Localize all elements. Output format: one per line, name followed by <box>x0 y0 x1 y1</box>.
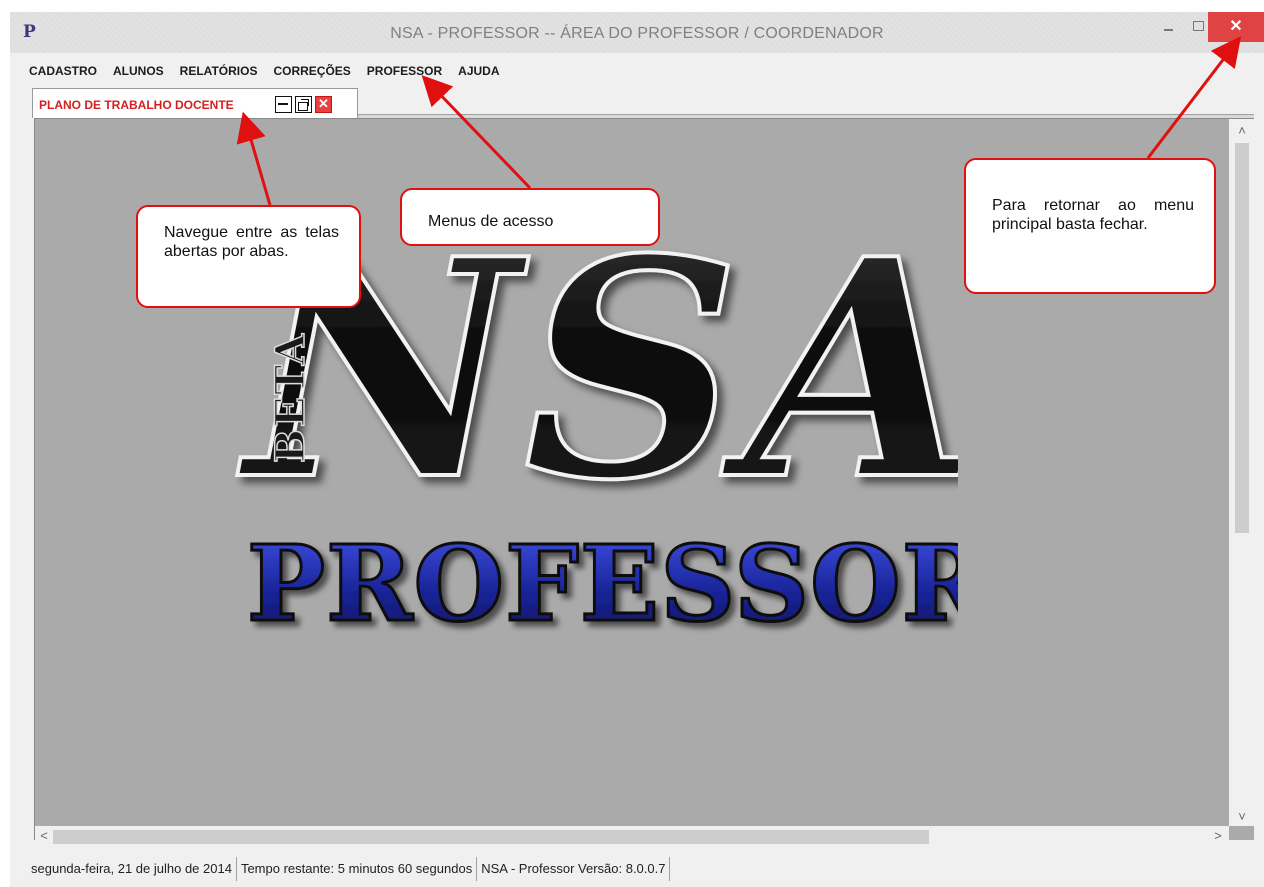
horizontal-scroll-thumb[interactable] <box>53 830 929 844</box>
title-bar[interactable]: P NSA - PROFESSOR -- ÁREA DO PROFESSOR /… <box>10 12 1264 53</box>
tab-label[interactable]: PLANO DE TRABALHO DOCENTE <box>39 98 234 112</box>
tab-strip: PLANO DE TRABALHO DOCENTE ✕ <box>10 84 1264 118</box>
menu-correcoes[interactable]: CORREÇÕES <box>273 64 350 78</box>
logo-sub-text: PROFESSOR <box>247 528 958 638</box>
menu-cadastro[interactable]: CADASTRO <box>29 64 97 78</box>
scroll-up-icon[interactable]: ˄ <box>1229 123 1255 138</box>
scroll-down-icon[interactable]: ˅ <box>1229 809 1255 824</box>
scroll-right-icon[interactable]: > <box>1211 828 1225 843</box>
callout-tabs-note: Navegue entre as telas abertas por abas. <box>136 205 361 308</box>
callout-close-note: Para retornar ao menu principal basta fe… <box>964 158 1216 294</box>
window-title: NSA - PROFESSOR -- ÁREA DO PROFESSOR / C… <box>390 25 884 42</box>
vertical-scrollbar[interactable]: ˄ ˅ <box>1229 119 1255 826</box>
scroll-left-icon[interactable]: < <box>37 828 51 843</box>
status-bar: segunda-feira, 21 de julho de 2014 Tempo… <box>10 850 1264 887</box>
nsa-professor-subtitle: PROFESSOR <box>245 528 958 638</box>
menu-relatorios[interactable]: RELATÓRIOS <box>180 64 258 78</box>
status-date: segunda-feira, 21 de julho de 2014 <box>27 856 237 881</box>
tab-plano-de-trabalho-docente[interactable]: PLANO DE TRABALHO DOCENTE ✕ <box>32 88 358 118</box>
minimize-button[interactable] <box>1153 12 1183 42</box>
vertical-scroll-thumb[interactable] <box>1235 143 1249 533</box>
tab-close-icon[interactable]: ✕ <box>315 96 332 113</box>
status-time-left: Tempo restante: 5 minutos 60 segundos <box>237 856 478 881</box>
callout-menus-note: Menus de acesso <box>400 188 660 246</box>
logo-badge-text: BETA <box>267 332 314 463</box>
menu-alunos[interactable]: ALUNOS <box>113 64 164 78</box>
status-version: NSA - Professor Versão: 8.0.0.7 <box>477 856 671 881</box>
tab-minimize-icon[interactable] <box>275 96 292 113</box>
menu-professor[interactable]: PROFESSOR <box>367 64 442 78</box>
tab-restore-icon[interactable] <box>295 96 312 113</box>
menu-ajuda[interactable]: AJUDA <box>458 64 499 78</box>
horizontal-scrollbar[interactable]: < > <box>35 826 1229 848</box>
close-button[interactable]: ✕ <box>1208 12 1264 42</box>
menu-bar: CADASTRO ALUNOS RELATÓRIOS CORREÇÕES PRO… <box>10 59 1264 83</box>
